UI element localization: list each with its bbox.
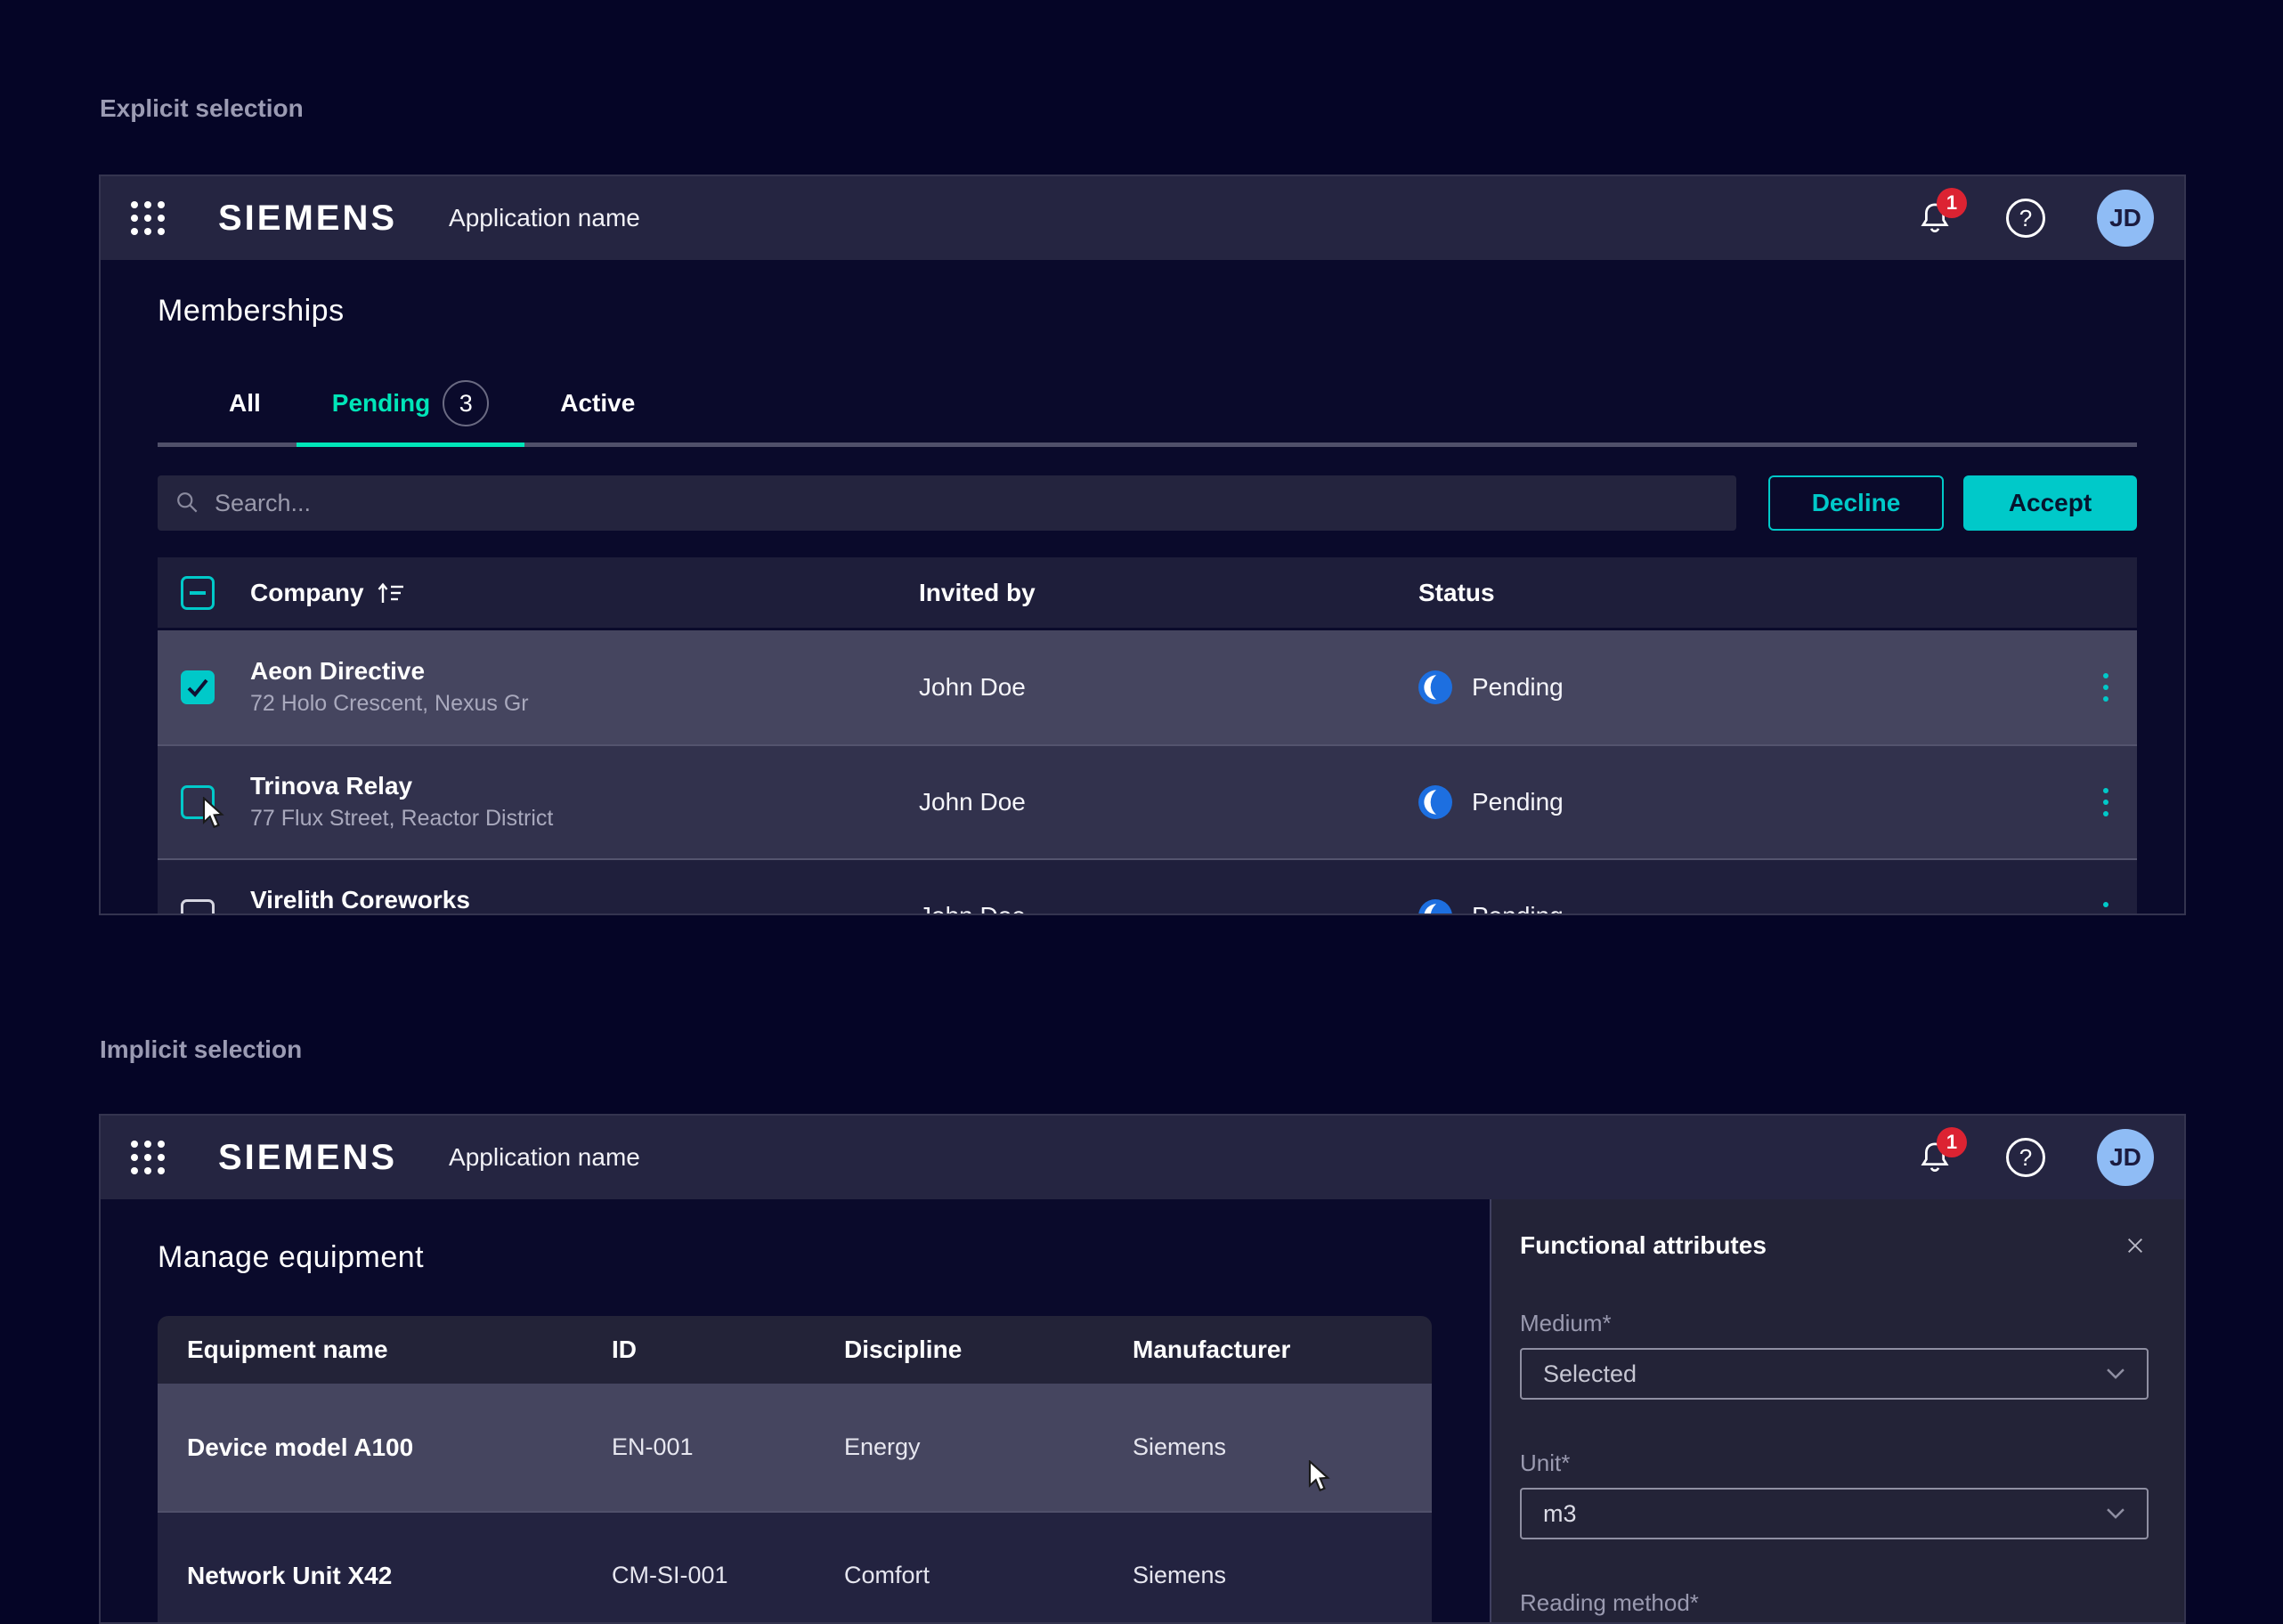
notifications-button[interactable]: 1 — [1915, 199, 1954, 238]
row-checkbox-unchecked[interactable] — [181, 899, 215, 914]
tab-bar: All Pending 3 Active — [158, 380, 2137, 447]
sort-ascending-icon — [377, 581, 405, 605]
row-checkbox-unchecked[interactable] — [181, 785, 215, 819]
siemens-logo: SIEMENS — [218, 199, 397, 239]
notification-badge: 1 — [1937, 188, 1967, 218]
field-label-reading-method: Reading method* — [1520, 1589, 2149, 1617]
tab-active[interactable]: Active — [524, 380, 670, 447]
pending-count-badge: 3 — [443, 380, 489, 426]
app-launcher-icon[interactable] — [131, 201, 165, 235]
unit-select[interactable]: m3 — [1520, 1488, 2149, 1539]
search-icon — [175, 491, 200, 516]
status-label: Pending — [1472, 788, 1564, 816]
help-button[interactable]: ? — [2006, 1138, 2045, 1177]
status-label: Pending — [1472, 902, 1564, 914]
chevron-down-icon — [2106, 1368, 2125, 1380]
column-header-status: Status — [1418, 579, 2075, 607]
page-title: Memberships — [158, 294, 2137, 329]
notification-badge: 1 — [1937, 1127, 1967, 1157]
column-header-invited-by: Invited by — [919, 579, 1418, 607]
siemens-logo: SIEMENS — [218, 1138, 397, 1178]
equipment-window: SIEMENS Application name 1 ? JD Manage e… — [99, 1114, 2186, 1624]
close-icon[interactable] — [2122, 1232, 2149, 1259]
search-box — [158, 475, 1736, 531]
functional-attributes-panel: Functional attributes Medium* Selected U… — [1490, 1199, 2184, 1622]
field-label-medium: Medium* — [1520, 1310, 2149, 1337]
table-row[interactable]: Virelith Coreworks John Doe Pending — [158, 858, 2137, 914]
equipment-table: Equipment name ID Discipline Manufacture… — [158, 1316, 1432, 1622]
table-row[interactable]: Device model A100 EN-001 Energy Siemens — [158, 1384, 1432, 1511]
memberships-table: Company Invited by Status — [158, 557, 2137, 914]
application-name: Application name — [449, 204, 640, 232]
row-menu-button[interactable] — [2075, 783, 2137, 822]
accept-button[interactable]: Accept — [1963, 475, 2137, 531]
chevron-down-icon — [2106, 1507, 2125, 1520]
column-header-equipment-name: Equipment name — [158, 1336, 582, 1364]
row-checkbox-checked[interactable] — [181, 670, 215, 704]
table-header-row: Company Invited by Status — [158, 557, 2137, 630]
table-header-row: Equipment name ID Discipline Manufacture… — [158, 1316, 1432, 1384]
application-name: Application name — [449, 1143, 640, 1172]
column-header-manufacturer: Manufacturer — [1103, 1336, 1432, 1364]
tab-all[interactable]: All — [193, 380, 297, 447]
avatar[interactable]: JD — [2097, 190, 2154, 247]
row-menu-button[interactable] — [2075, 897, 2137, 914]
medium-select[interactable]: Selected — [1520, 1348, 2149, 1400]
pending-status-icon — [1418, 899, 1452, 914]
decline-button[interactable]: Decline — [1768, 475, 1944, 531]
section-label-explicit: Explicit selection — [100, 94, 304, 123]
app-launcher-icon[interactable] — [131, 1141, 165, 1174]
app-header: SIEMENS Application name 1 ? JD — [101, 176, 2184, 260]
help-button[interactable]: ? — [2006, 199, 2045, 238]
pending-status-icon — [1418, 785, 1452, 819]
pending-status-icon — [1418, 670, 1452, 704]
table-row[interactable]: Trinova Relay 77 Flux Street, Reactor Di… — [158, 744, 2137, 858]
column-header-company[interactable]: Company — [250, 579, 919, 607]
field-label-unit: Unit* — [1520, 1449, 2149, 1477]
panel-title: Functional attributes — [1520, 1231, 1767, 1260]
column-header-id: ID — [582, 1336, 815, 1364]
search-input[interactable] — [215, 490, 1718, 517]
check-icon — [181, 670, 215, 704]
column-header-discipline: Discipline — [815, 1336, 1103, 1364]
notifications-button[interactable]: 1 — [1915, 1138, 1954, 1177]
select-all-checkbox[interactable] — [181, 576, 215, 610]
memberships-window: SIEMENS Application name 1 ? JD Membersh… — [99, 175, 2186, 915]
section-label-implicit: Implicit selection — [100, 1035, 302, 1064]
app-header: SIEMENS Application name 1 ? JD — [101, 1116, 2184, 1199]
table-row[interactable]: Aeon Directive 72 Holo Crescent, Nexus G… — [158, 630, 2137, 744]
tab-pending[interactable]: Pending 3 — [297, 380, 524, 447]
status-label: Pending — [1472, 673, 1564, 702]
table-row[interactable]: Network Unit X42 CM-SI-001 Comfort Sieme… — [158, 1511, 1432, 1622]
avatar[interactable]: JD — [2097, 1129, 2154, 1186]
row-menu-button[interactable] — [2075, 668, 2137, 707]
